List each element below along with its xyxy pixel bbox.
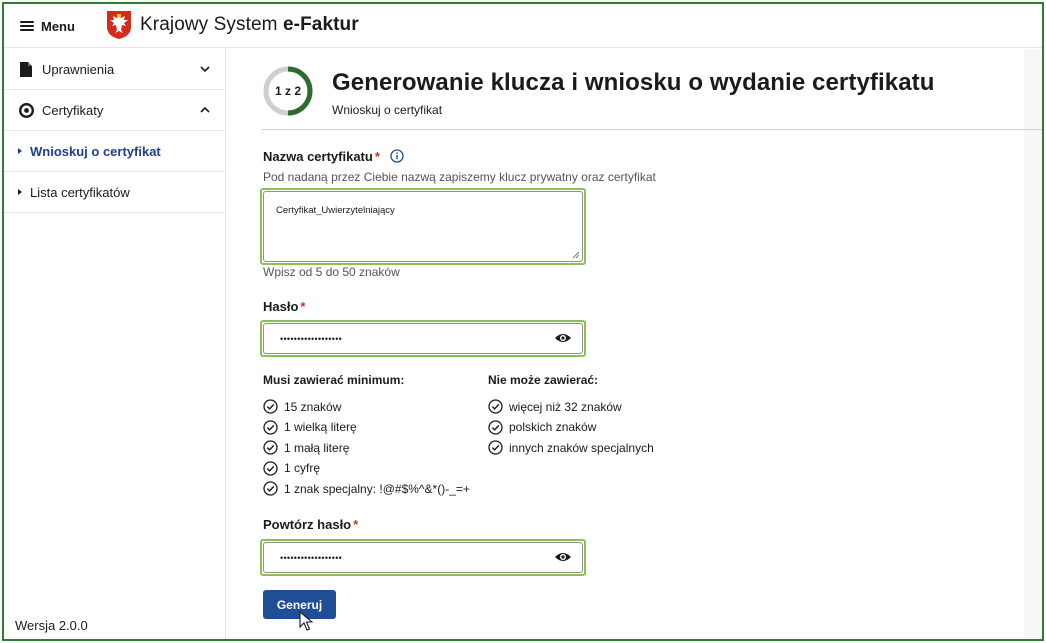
requirement-item: 1 znak specjalny: !@#$%^&*()-_=+: [263, 481, 470, 496]
main-content: 1 z 2 Generowanie klucza i wniosku o wyd…: [226, 49, 1042, 639]
requirement-item: 1 wielką literę: [263, 419, 357, 435]
chevron-down-icon: [200, 66, 210, 73]
step-counter: 1 z 2: [274, 84, 301, 98]
menu-label: Menu: [41, 18, 75, 34]
brand-name: Krajowy System e-Faktur: [140, 14, 359, 35]
scrollbar-track[interactable]: [1024, 49, 1042, 639]
requirement-item-text: 1 małą literę: [284, 440, 350, 455]
document-icon: [18, 61, 34, 77]
required-mark: *: [300, 299, 306, 314]
sidebar-subitem-label: Wnioskuj o certyfikat: [30, 143, 161, 159]
sidebar-subitem-lista[interactable]: Lista certyfikatów: [4, 172, 225, 213]
restriction-item-text: polskich znaków: [509, 420, 597, 434]
repeat-password-input[interactable]: ••••••••••••••••••: [263, 542, 583, 573]
check-circle-icon: [263, 440, 278, 455]
restriction-item: innych znaków specjalnych: [488, 440, 654, 455]
sidebar: Uprawnienia Certyfikaty Wnioskuj o certy…: [4, 49, 226, 639]
certificate-icon: [18, 102, 34, 118]
certificate-name-hint: Wpisz od 5 do 50 znaków: [263, 265, 400, 279]
page-subtitle: Wnioskuj o certyfikat: [332, 103, 443, 117]
check-circle-icon: [488, 399, 503, 414]
caret-right-icon: [18, 148, 22, 154]
sidebar-item-label: Uprawnienia: [42, 61, 115, 77]
sidebar-item-label: Certyfikaty: [42, 102, 104, 118]
check-circle-icon: [263, 419, 278, 435]
password-label: Hasło *: [263, 299, 306, 314]
requirement-item: 15 znaków: [263, 399, 341, 414]
app-frame: Menu Krajowy System e-Faktur Uprawnienia…: [2, 2, 1044, 641]
sidebar-item-uprawnienia[interactable]: Uprawnienia: [4, 49, 225, 90]
requirement-item-text: 15 znaków: [284, 399, 342, 414]
eye-icon[interactable]: [554, 551, 572, 563]
certificate-name-textarea[interactable]: Certyfikat_Uwierzytelniający: [263, 191, 583, 262]
certificate-name-label: Nazwa certyfikatu *: [263, 149, 404, 164]
chevron-up-icon: [200, 106, 210, 113]
sidebar-subitem-wnioskuj[interactable]: Wnioskuj o certyfikat: [4, 131, 225, 172]
cannot-contain-title: Nie może zawierać:: [488, 373, 599, 387]
certificate-name-description: Pod nadaną przez Ciebie nazwą zapiszemy …: [263, 170, 656, 184]
brand[interactable]: Krajowy System e-Faktur: [106, 8, 359, 42]
caret-right-icon: [18, 189, 22, 195]
menu-button[interactable]: Menu: [20, 15, 75, 37]
required-mark: *: [353, 517, 359, 532]
restriction-item-text: więcej niż 32 znaków: [509, 399, 622, 414]
required-mark: *: [374, 149, 380, 164]
page-title: Generowanie klucza i wniosku o wydanie c…: [332, 69, 935, 96]
requirement-item-text: 1 cyfrę: [284, 461, 321, 475]
restriction-item-text: innych znaków specjalnych: [509, 440, 654, 455]
certificate-name-value: Certyfikat_Uwierzytelniający: [276, 205, 395, 216]
check-circle-icon: [263, 460, 278, 476]
top-bar: Menu Krajowy System e-Faktur: [4, 4, 1042, 48]
requirement-item: 1 małą literę: [263, 440, 349, 455]
sidebar-item-certyfikaty[interactable]: Certyfikaty: [4, 90, 225, 131]
polish-eagle-emblem-icon: [107, 11, 131, 39]
check-circle-icon: [488, 419, 503, 435]
restriction-item: więcej niż 32 znaków: [488, 399, 622, 414]
must-contain-title: Musi zawierać minimum:: [263, 373, 405, 387]
version-label: Wersja 2.0.0: [15, 618, 88, 633]
requirement-item-text: 1 znak specjalny: !@#$%^&*()-_=+: [284, 481, 470, 496]
password-input[interactable]: ••••••••••••••••••: [263, 323, 583, 354]
mouse-cursor-icon: [299, 611, 313, 631]
restriction-item: polskich znaków: [488, 419, 597, 435]
resize-handle-icon[interactable]: [572, 251, 580, 259]
repeat-password-value: ••••••••••••••••••: [280, 553, 343, 563]
eye-icon[interactable]: [554, 332, 572, 344]
check-circle-icon: [263, 481, 278, 496]
sidebar-subitem-label: Lista certyfikatów: [30, 184, 130, 200]
hamburger-icon: [20, 21, 34, 31]
requirement-item: 1 cyfrę: [263, 460, 321, 476]
password-value: ••••••••••••••••••: [280, 334, 343, 344]
requirement-item-text: 1 wielką literę: [284, 420, 357, 434]
info-icon[interactable]: [389, 149, 404, 163]
check-circle-icon: [488, 440, 503, 455]
check-circle-icon: [263, 399, 278, 414]
divider: [262, 129, 1042, 130]
repeat-password-label: Powtórz hasło *: [263, 517, 359, 532]
